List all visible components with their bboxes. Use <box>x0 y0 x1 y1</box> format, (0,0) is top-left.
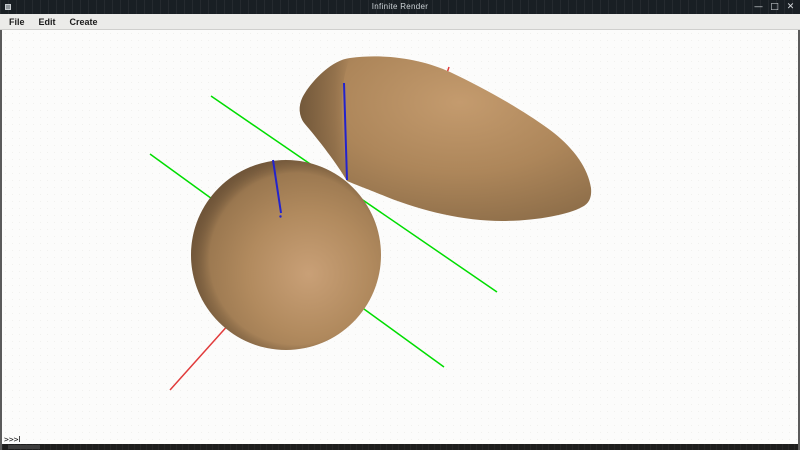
render-canvas[interactable] <box>2 30 798 444</box>
maximize-button[interactable]: □ <box>769 0 780 14</box>
text-caret <box>19 436 20 442</box>
sphere-rim-shading <box>191 160 381 350</box>
minimize-button[interactable]: — <box>753 0 764 14</box>
window-title: Infinite Render <box>0 0 800 14</box>
window-icon <box>5 4 11 10</box>
horizontal-scrollbar[interactable] <box>2 444 798 450</box>
window-controls: — □ ✕ <box>753 0 796 14</box>
red-axis-line <box>170 323 230 390</box>
menu-bar: File Edit Create <box>0 14 800 30</box>
menu-item-edit[interactable]: Edit <box>37 17 58 27</box>
menu-item-create[interactable]: Create <box>68 17 100 27</box>
menu-item-file[interactable]: File <box>7 17 27 27</box>
viewport-area: >>> <box>0 30 800 450</box>
console-input-line[interactable]: >>> <box>4 435 20 443</box>
close-button[interactable]: ✕ <box>785 0 796 14</box>
blue-normal-dot <box>279 215 281 217</box>
title-bar: Infinite Render — □ ✕ <box>0 0 800 14</box>
app-window: Infinite Render — □ ✕ File Edit Create <box>0 0 800 450</box>
scrollbar-thumb[interactable] <box>8 445 40 449</box>
console-prompt: >>> <box>4 435 18 444</box>
